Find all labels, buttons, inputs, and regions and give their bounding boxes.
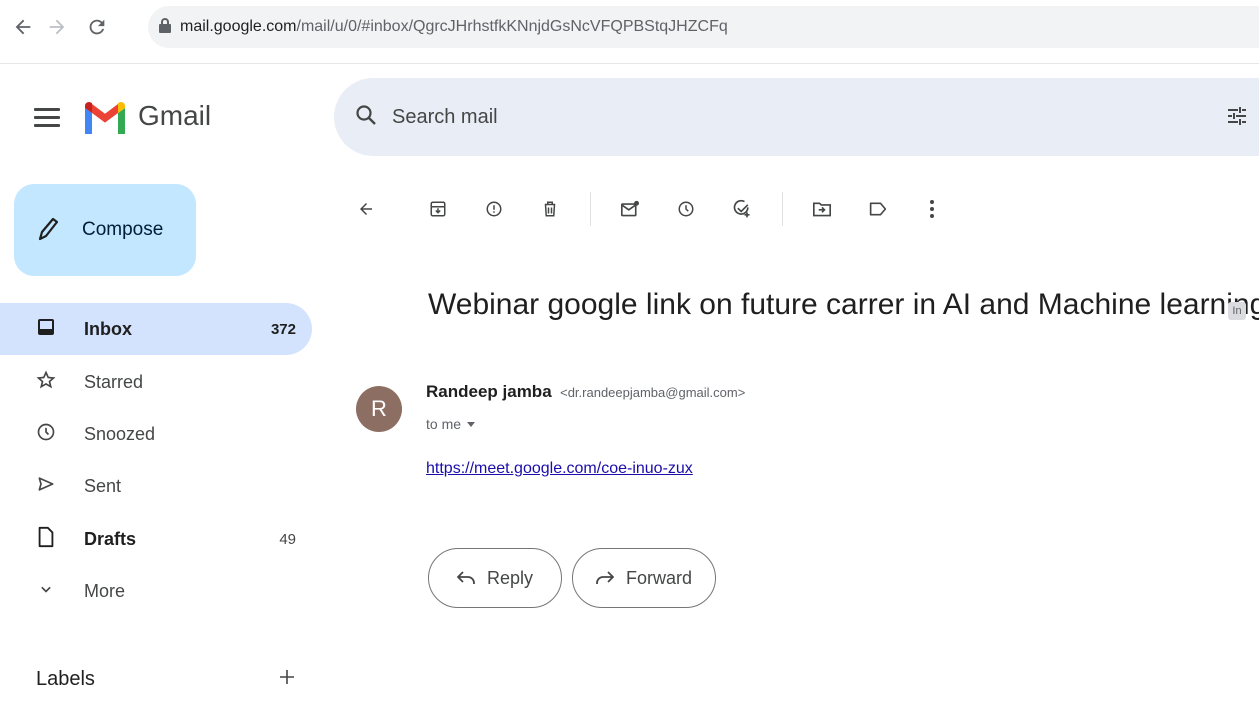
- recipient-text: to me: [426, 416, 462, 432]
- inbox-icon: [36, 317, 56, 342]
- toolbar-divider: [590, 192, 591, 226]
- chevron-down-icon: [467, 421, 476, 427]
- forward-label: Forward: [625, 567, 692, 588]
- search-bar[interactable]: Search mail: [334, 78, 1259, 156]
- lock-icon: [158, 17, 172, 38]
- sidebar-item-label: Sent: [84, 475, 122, 496]
- reply-icon: [456, 571, 475, 584]
- unread-count: 372: [270, 320, 296, 338]
- draft-count: 49: [279, 530, 296, 548]
- delete-icon[interactable]: [536, 195, 564, 223]
- pencil-icon: [36, 215, 59, 246]
- send-icon: [36, 474, 56, 499]
- recipient-details[interactable]: to me: [426, 416, 476, 432]
- toolbar-divider: [782, 192, 783, 226]
- star-icon: [36, 369, 56, 395]
- sidebar-item-inbox[interactable]: Inbox 372: [0, 303, 312, 355]
- labels-heading: Labels: [36, 668, 95, 690]
- reply-label: Reply: [486, 567, 534, 588]
- app-name: Gmail: [138, 100, 212, 131]
- sidebar-item-more[interactable]: More: [0, 565, 312, 617]
- forward-button[interactable]: Forward: [572, 548, 716, 608]
- url-field[interactable]: mail.google.com/mail/u/0/#inbox/QgrcJHrh…: [148, 6, 1259, 48]
- sidebar-item-label: Snoozed: [84, 423, 156, 444]
- url-path: /mail/u/0/#inbox/QgrcJHrhstfkKNnjdGsNcVF…: [296, 18, 728, 35]
- add-task-icon[interactable]: [728, 195, 756, 223]
- sidebar-item-snoozed[interactable]: Snoozed: [0, 408, 312, 460]
- chevron-down-icon: [36, 579, 56, 604]
- snooze-icon[interactable]: [672, 195, 700, 223]
- forward-icon: [596, 571, 614, 584]
- browser-reload-icon[interactable]: [84, 14, 110, 40]
- search-options-icon[interactable]: [1225, 104, 1249, 133]
- compose-label: Compose: [82, 219, 164, 240]
- sidebar-item-label: Starred: [84, 371, 144, 392]
- email-subject: Webinar google link on future carrer in …: [428, 288, 1259, 321]
- url-text: mail.google.com/mail/u/0/#inbox/QgrcJHrh…: [180, 18, 728, 36]
- clock-icon: [36, 422, 56, 447]
- archive-icon[interactable]: [424, 195, 452, 223]
- label-icon[interactable]: [864, 195, 892, 223]
- sidebar-item-starred[interactable]: Starred: [0, 356, 312, 408]
- sidebar-item-label: Inbox: [84, 318, 132, 339]
- browser-back-icon[interactable]: [10, 14, 36, 40]
- compose-button[interactable]: Compose: [14, 184, 196, 276]
- browser-address-bar: mail.google.com/mail/u/0/#inbox/QgrcJHrh…: [0, 0, 1259, 64]
- search-icon[interactable]: [354, 103, 378, 132]
- mark-unread-icon[interactable]: [616, 195, 644, 223]
- main-menu-icon[interactable]: [34, 108, 60, 130]
- message-view: Webinar google link on future carrer in …: [334, 170, 1259, 702]
- search-input[interactable]: Search mail: [392, 106, 498, 129]
- meeting-link[interactable]: https://meet.google.com/coe-inuo-zux: [426, 460, 693, 478]
- inbox-label-chip[interactable]: In: [1228, 302, 1246, 320]
- back-arrow-icon[interactable]: [352, 195, 380, 223]
- sidebar-item-sent[interactable]: Sent: [0, 460, 312, 512]
- sidebar-item-label: Drafts: [84, 528, 137, 549]
- sender-line: Randeep jamba <dr.randeepjamba@gmail.com…: [426, 382, 745, 402]
- sender-name[interactable]: Randeep jamba: [426, 382, 552, 401]
- sidebar-item-label: More: [84, 580, 126, 601]
- reply-button[interactable]: Reply: [428, 548, 562, 608]
- move-to-icon[interactable]: [808, 195, 836, 223]
- avatar[interactable]: R: [356, 386, 402, 432]
- draft-icon: [36, 526, 56, 553]
- browser-forward-icon[interactable]: [44, 14, 70, 40]
- url-host: mail.google.com: [180, 18, 297, 35]
- add-label-icon[interactable]: [278, 662, 296, 693]
- sidebar-item-drafts[interactable]: Drafts 49: [0, 513, 312, 565]
- report-spam-icon[interactable]: [480, 195, 508, 223]
- gmail-logo-icon[interactable]: [82, 100, 128, 136]
- more-vert-icon[interactable]: [918, 195, 946, 223]
- sender-email: <dr.randeepjamba@gmail.com>: [560, 385, 746, 400]
